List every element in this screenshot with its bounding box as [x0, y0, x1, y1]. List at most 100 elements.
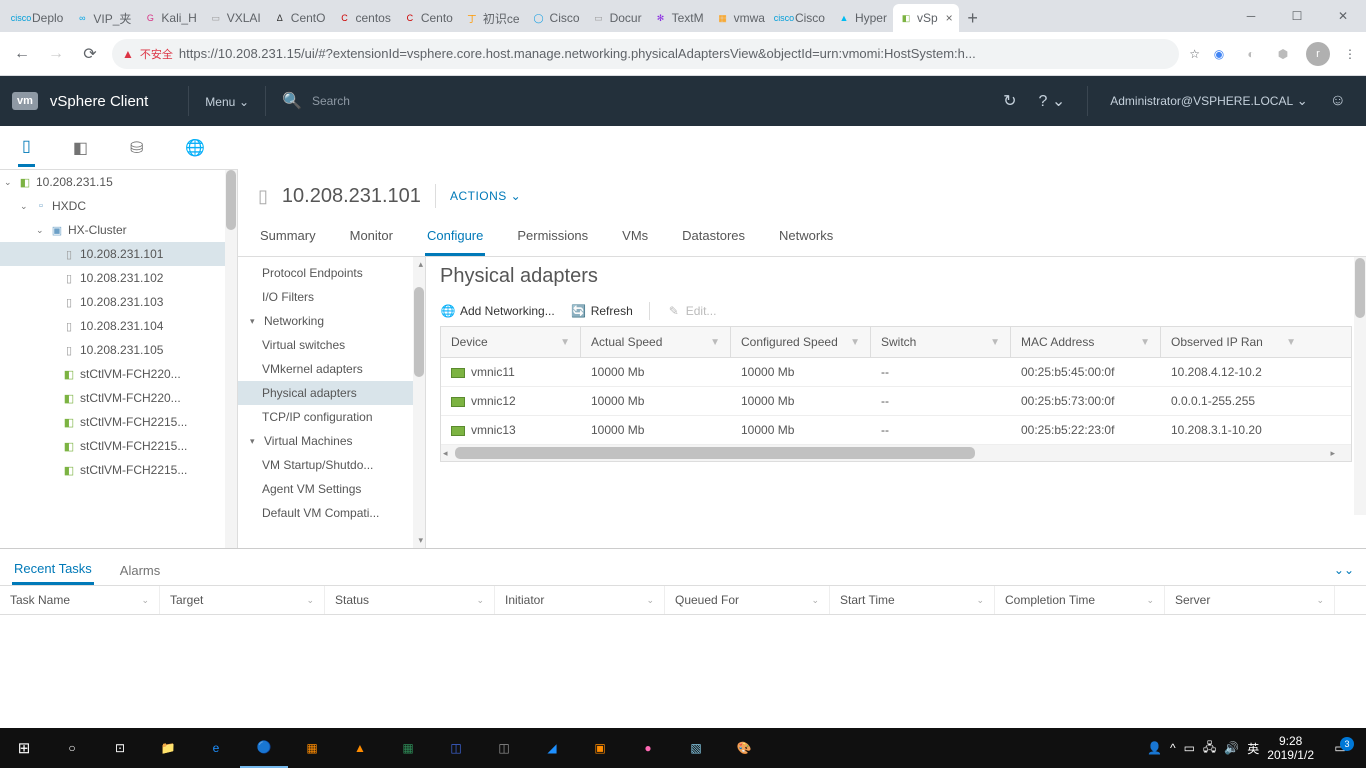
tab-monitor[interactable]: Monitor — [348, 218, 395, 256]
bookmark-icon[interactable]: ☆ — [1189, 47, 1200, 61]
tree-host[interactable]: ▯10.208.231.102 — [0, 266, 237, 290]
cfg-item[interactable]: ▾Virtual Machines — [238, 429, 425, 453]
column-header[interactable]: Observed IP Ran▼ — [1161, 327, 1306, 357]
profile-avatar[interactable]: r — [1306, 42, 1330, 66]
browser-tab[interactable]: Ccentos — [331, 4, 396, 32]
tree-vm[interactable]: ◧stCtlVM-FCH2215... — [0, 458, 237, 482]
browser-tab[interactable]: 丁初识ce — [459, 4, 526, 32]
taskbar-app[interactable]: ▣ — [576, 728, 624, 768]
browser-tab[interactable]: ΔCentO — [267, 4, 332, 32]
add-networking-button[interactable]: 🌐Add Networking... — [440, 303, 555, 319]
extension-icon[interactable]: ◐ — [1242, 45, 1260, 63]
task-column-header[interactable]: Completion Time⌄ — [995, 586, 1165, 614]
browser-tab[interactable]: ◯Cisco — [526, 4, 586, 32]
table-row[interactable]: vmnic1310000 Mb10000 Mb--00:25:b5:22:23:… — [441, 416, 1351, 445]
refresh-button[interactable]: 🔄Refresh — [571, 303, 633, 319]
cfg-item[interactable]: Virtual switches — [238, 333, 425, 357]
tab-networks[interactable]: Networks — [777, 218, 835, 256]
taskbar-app[interactable]: 🔵 — [240, 728, 288, 768]
table-row[interactable]: vmnic1210000 Mb10000 Mb--00:25:b5:73:00:… — [441, 387, 1351, 416]
cfg-item[interactable]: Default VM Compati... — [238, 501, 425, 525]
global-search[interactable]: 🔍 Search — [282, 91, 350, 111]
browser-tab[interactable]: ∞VIP_夹 — [69, 4, 137, 32]
url-field[interactable]: ▲ 不安全 https://10.208.231.15/ui/#?extensi… — [112, 39, 1179, 69]
volume-icon[interactable]: 🔊 — [1224, 741, 1239, 755]
task-column-header[interactable]: Start Time⌄ — [830, 586, 995, 614]
cfg-item[interactable]: Physical adapters — [238, 381, 425, 405]
filter-icon[interactable]: ▼ — [560, 337, 570, 348]
column-header[interactable]: Actual Speed▼ — [581, 327, 731, 357]
taskbar-app[interactable]: ▧ — [672, 728, 720, 768]
system-clock[interactable]: 9:28 2019/1/2 — [1267, 734, 1314, 763]
extension-icon[interactable]: ◉ — [1210, 45, 1228, 63]
maximize-button[interactable]: ☐ — [1274, 0, 1320, 32]
edit-button[interactable]: ✎Edit... — [666, 303, 717, 319]
taskbar-app[interactable]: e — [192, 728, 240, 768]
cfg-item[interactable]: ▾Networking — [238, 309, 425, 333]
help-icon[interactable]: ? ⌄ — [1038, 91, 1065, 111]
browser-tab[interactable]: ▲Hyper — [831, 4, 893, 32]
cfg-item[interactable]: TCP/IP configuration — [238, 405, 425, 429]
minimize-button[interactable]: ─ — [1228, 0, 1274, 32]
horizontal-scrollbar[interactable]: ◂ ▸ — [441, 445, 1351, 461]
taskbar-app[interactable]: ● — [624, 728, 672, 768]
tab-recent-tasks[interactable]: Recent Tasks — [12, 555, 94, 585]
ime-indicator[interactable]: 英 — [1247, 740, 1259, 757]
browser-tab[interactable]: GKali_H — [137, 4, 202, 32]
tree-vm[interactable]: ◧stCtlVM-FCH220... — [0, 362, 237, 386]
tree-host[interactable]: ▯10.208.231.103 — [0, 290, 237, 314]
tree-host[interactable]: ▯10.208.231.101 — [0, 242, 237, 266]
taskbar-app[interactable]: 🎨 — [720, 728, 768, 768]
filter-icon[interactable]: ▼ — [850, 337, 860, 348]
table-row[interactable]: vmnic1110000 Mb10000 Mb--00:25:b5:45:00:… — [441, 358, 1351, 387]
filter-icon[interactable]: ▼ — [1286, 337, 1296, 348]
tab-configure[interactable]: Configure — [425, 218, 485, 256]
battery-icon[interactable]: ▭ — [1184, 741, 1195, 755]
task-column-header[interactable]: Queued For⌄ — [665, 586, 830, 614]
tree-host[interactable]: ▯10.208.231.104 — [0, 314, 237, 338]
tab-summary[interactable]: Summary — [258, 218, 318, 256]
networking-icon[interactable]: 🌐 — [181, 130, 209, 166]
taskbar-app[interactable]: ◫ — [480, 728, 528, 768]
filter-icon[interactable]: ▼ — [1140, 337, 1150, 348]
task-view-button[interactable]: ⊡ — [96, 728, 144, 768]
task-column-header[interactable]: Status⌄ — [325, 586, 495, 614]
tree-host[interactable]: ▯10.208.231.105 — [0, 338, 237, 362]
storage-icon[interactable]: ⛁ — [126, 130, 147, 166]
browser-tab[interactable]: ciscoDeplo — [8, 4, 69, 32]
cfg-item[interactable]: I/O Filters — [238, 285, 425, 309]
taskbar-app[interactable]: ▲ — [336, 728, 384, 768]
cfg-item[interactable]: Agent VM Settings — [238, 477, 425, 501]
refresh-icon[interactable]: ↻ — [1003, 91, 1016, 111]
browser-tab[interactable]: CCento — [397, 4, 459, 32]
taskbar-app[interactable]: ▦ — [384, 728, 432, 768]
back-button[interactable]: ← — [10, 45, 34, 63]
cortana-button[interactable]: ○ — [48, 728, 96, 768]
taskbar-app[interactable]: ◢ — [528, 728, 576, 768]
tree-vm[interactable]: ◧stCtlVM-FCH2215... — [0, 434, 237, 458]
browser-tab[interactable]: ◧vSp× — [893, 4, 959, 32]
browser-tab[interactable]: ▦vmwa — [710, 4, 771, 32]
tab-alarms[interactable]: Alarms — [118, 557, 162, 584]
notifications-button[interactable]: ▭ 3 — [1322, 741, 1358, 755]
filter-icon[interactable]: ▼ — [710, 337, 720, 348]
browser-tab[interactable]: ciscoCisco — [771, 4, 831, 32]
new-tab-button[interactable]: + — [959, 4, 987, 32]
user-menu[interactable]: Administrator@VSPHERE.LOCAL ⌄ — [1110, 93, 1307, 109]
collapse-icon[interactable]: ⌄⌄ — [1334, 563, 1354, 577]
column-header[interactable]: Device▼ — [441, 327, 581, 357]
close-window-button[interactable]: ✕ — [1320, 0, 1366, 32]
vms-templates-icon[interactable]: ◧ — [69, 130, 92, 166]
taskbar-app[interactable]: ▦ — [288, 728, 336, 768]
people-icon[interactable]: 👤 — [1147, 741, 1162, 755]
task-column-header[interactable]: Target⌄ — [160, 586, 325, 614]
browser-tab[interactable]: ▭VXLAI — [203, 4, 267, 32]
cfg-item[interactable]: VM Startup/Shutdo... — [238, 453, 425, 477]
extension-icon[interactable]: ⬢ — [1274, 45, 1292, 63]
reload-button[interactable]: ⟳ — [78, 44, 102, 64]
column-header[interactable]: Switch▼ — [871, 327, 1011, 357]
start-button[interactable]: ⊞ — [0, 728, 48, 768]
network-icon[interactable]: 🖧 — [1203, 738, 1216, 759]
column-header[interactable]: Configured Speed▼ — [731, 327, 871, 357]
task-column-header[interactable]: Initiator⌄ — [495, 586, 665, 614]
